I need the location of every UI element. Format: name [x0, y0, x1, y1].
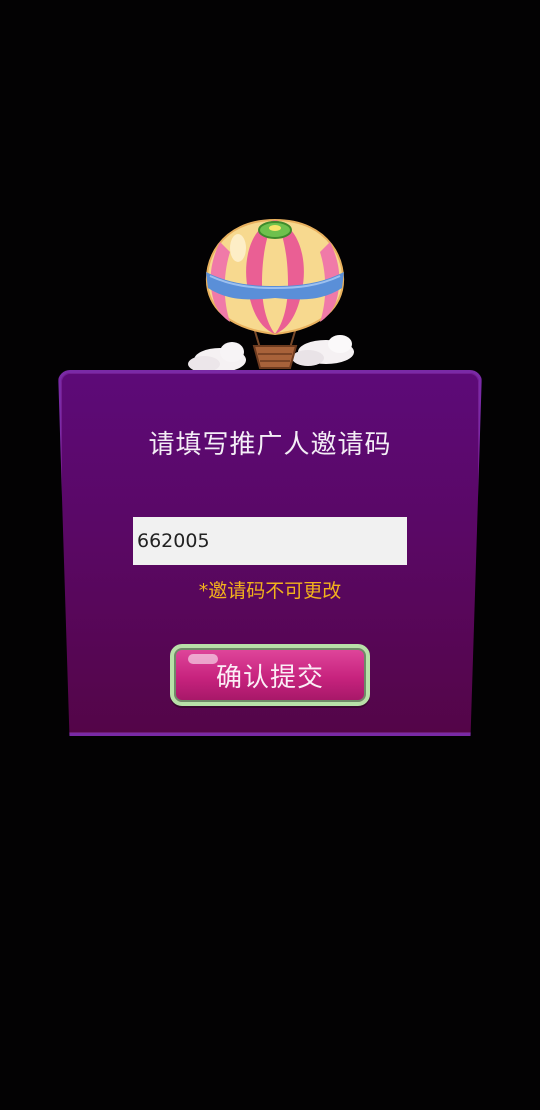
submit-button-label: 确认提交: [215, 662, 324, 693]
submit-button[interactable]: 确认提交: [170, 644, 370, 706]
dialog-title: 请填写推广人邀请码: [148, 430, 392, 460]
invite-code-note: *邀请码不可更改: [198, 580, 342, 602]
invite-code-screen: 请填写推广人邀请码 *邀请码不可更改 确认提交: [0, 0, 540, 1110]
button-gloss: [188, 654, 218, 664]
invite-code-input[interactable]: [133, 517, 407, 565]
hot-air-balloon-icon: [188, 218, 354, 372]
